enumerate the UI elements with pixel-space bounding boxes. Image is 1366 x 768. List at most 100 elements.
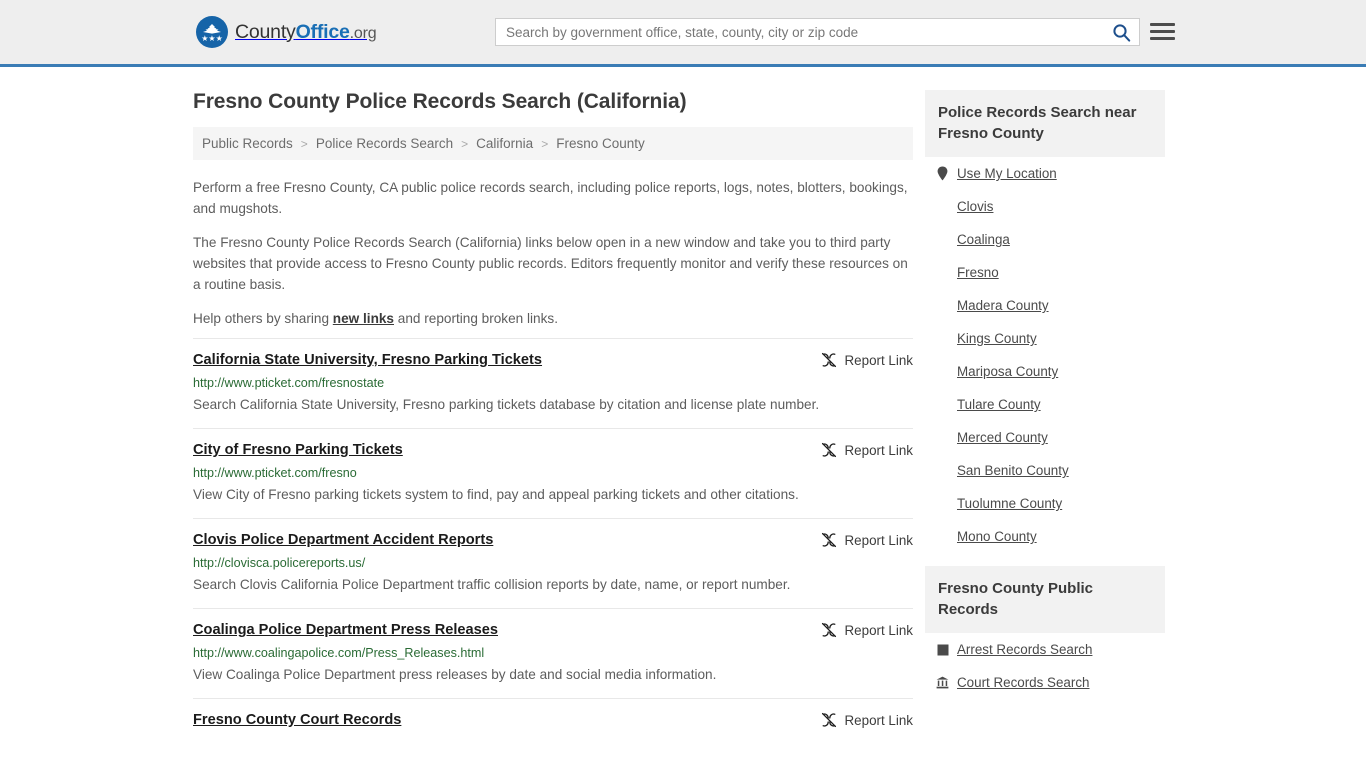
report-link-label: Report Link [844,712,913,728]
breadcrumb: Public Records > Police Records Search >… [193,127,913,160]
breadcrumb-separator: > [300,136,308,151]
breadcrumb-item-police-records-search[interactable]: Police Records Search [316,136,453,151]
sidebar-link[interactable]: Arrest Records Search [957,642,1092,657]
sidebar-link[interactable]: Tulare County [957,397,1041,412]
stars-glyph: ★★★ [201,34,223,43]
sidebar-item-mariposa-county[interactable]: Mariposa County [925,355,1165,388]
sidebar-item-merced-county[interactable]: Merced County [925,421,1165,454]
intro-paragraph-3: Help others by sharing new links and rep… [193,308,913,329]
map-pin-icon [936,166,949,181]
sidebar-item-clovis[interactable]: Clovis [925,190,1165,223]
listing-url[interactable]: http://www.coalingapolice.com/Press_Rele… [193,645,913,661]
report-link-button[interactable]: Report Link [821,441,913,458]
sidebar-link[interactable]: Clovis [957,199,993,214]
breadcrumb-item-california[interactable]: California [476,136,533,151]
broken-link-icon [821,352,837,368]
eagle-seal-icon: ★★★ [196,16,228,48]
listing-description: View Coalinga Police Department press re… [193,667,717,682]
search-icon[interactable] [1103,19,1139,45]
listing-header: City of Fresno Parking Tickets Report Li… [193,441,913,460]
broken-link-icon [821,622,837,638]
broken-link-glyph [821,622,836,638]
sidebar-link[interactable]: San Benito County [957,463,1069,478]
intro-text: Perform a free Fresno County, CA public … [193,177,913,329]
broken-link-glyph [821,352,836,368]
sidebar-link[interactable]: Mono County [957,529,1037,544]
sidebar-link[interactable]: Court Records Search [957,675,1089,690]
broken-link-glyph [821,712,836,728]
sidebar-link[interactable]: Coalinga [957,232,1010,247]
content-container: Fresno County Police Records Search (Cal… [193,67,1173,741]
sidebar-nearby-list: Use My Location Clovis Coalinga Fresno M… [925,157,1165,553]
listing-item: City of Fresno Parking Tickets Report Li… [193,428,913,518]
sidebar-public-records-list: Arrest Records Search Court Records Sear… [925,633,1165,699]
sidebar-item-mono-county[interactable]: Mono County [925,520,1165,553]
listing-header: Coalinga Police Department Press Release… [193,621,913,640]
sidebar-item-arrest-records-search[interactable]: Arrest Records Search [925,633,1165,666]
sidebar-nearby-title: Police Records Search near Fresno County [925,90,1165,157]
listing-item: Clovis Police Department Accident Report… [193,518,913,608]
sidebar-item-fresno[interactable]: Fresno [925,256,1165,289]
sidebar-item-court-records-search[interactable]: Court Records Search [925,666,1165,699]
sidebar-item-use-my-location[interactable]: Use My Location [925,157,1165,190]
square-badge-icon [936,644,949,656]
listing-description: Search California State University, Fres… [193,397,820,412]
brand-part-office: Office [295,20,350,43]
sidebar-item-tuolumne-county[interactable]: Tuolumne County [925,487,1165,520]
brand-wordmark: CountyOffice.org [235,20,377,44]
breadcrumb-item-fresno-county[interactable]: Fresno County [556,136,645,151]
report-link-label: Report Link [844,622,913,638]
listing-url[interactable]: http://www.pticket.com/fresnostate [193,375,913,391]
breadcrumb-item-public-records[interactable]: Public Records [202,136,293,151]
sidebar-link[interactable]: Mariposa County [957,364,1058,379]
listing-url[interactable]: http://www.pticket.com/fresno [193,465,913,481]
sidebar-item-coalinga[interactable]: Coalinga [925,223,1165,256]
square-badge-glyph [937,644,948,655]
breadcrumb-separator: > [541,136,549,151]
report-link-label: Report Link [844,532,913,548]
broken-link-icon [821,532,837,548]
intro-paragraph-2: The Fresno County Police Records Search … [193,235,908,292]
sidebar-public-records-section: Fresno County Public Records Arrest Reco… [925,566,1165,699]
sidebar-link[interactable]: Kings County [957,331,1037,346]
listing-item: California State University, Fresno Park… [193,338,913,428]
sidebar-link[interactable]: Use My Location [957,166,1057,181]
courthouse-glyph [936,676,949,689]
listing-url[interactable]: http://clovisca.policereports.us/ [193,555,913,571]
listing-title-link[interactable]: City of Fresno Parking Tickets [193,441,403,460]
sidebar-link[interactable]: Fresno [957,265,999,280]
listing-title-link[interactable]: Fresno County Court Records [193,711,401,730]
hamburger-menu-icon[interactable] [1150,19,1175,44]
report-link-button[interactable]: Report Link [821,621,913,638]
listing-title-link[interactable]: California State University, Fresno Park… [193,351,542,370]
sidebar-link[interactable]: Tuolumne County [957,496,1062,511]
sidebar-item-madera-county[interactable]: Madera County [925,289,1165,322]
report-link-button[interactable]: Report Link [821,531,913,548]
listing-title-link[interactable]: Coalinga Police Department Press Release… [193,621,498,640]
brand-part-org: .org [349,24,377,42]
sidebar-public-records-title: Fresno County Public Records [925,566,1165,633]
sidebar-item-tulare-county[interactable]: Tulare County [925,388,1165,421]
report-link-button[interactable]: Report Link [821,711,913,728]
sidebar-item-kings-county[interactable]: Kings County [925,322,1165,355]
sidebar-link[interactable]: Merced County [957,430,1048,445]
report-link-button[interactable]: Report Link [821,351,913,368]
sidebar-link[interactable]: Madera County [957,298,1049,313]
report-link-label: Report Link [844,442,913,458]
search-input[interactable] [496,19,1103,45]
broken-link-glyph [821,532,836,548]
new-links-link[interactable]: new links [333,311,394,326]
listing-description: View City of Fresno parking tickets syst… [193,487,799,502]
broken-link-icon [821,712,837,728]
sidebar: Police Records Search near Fresno County… [925,67,1165,741]
listing-header: California State University, Fresno Park… [193,351,913,370]
search-glyph [1112,23,1130,42]
sidebar-item-san-benito-county[interactable]: San Benito County [925,454,1165,487]
site-logo-link[interactable]: ★★★ CountyOffice.org [196,12,377,52]
page-title: Fresno County Police Records Search (Cal… [193,90,687,113]
eagle-glyph [203,24,221,34]
listing-title-link[interactable]: Clovis Police Department Accident Report… [193,531,493,550]
hamburger-bar [1150,30,1175,33]
listing-header: Fresno County Court Records Report Link [193,711,913,730]
map-pin-glyph [937,166,948,181]
